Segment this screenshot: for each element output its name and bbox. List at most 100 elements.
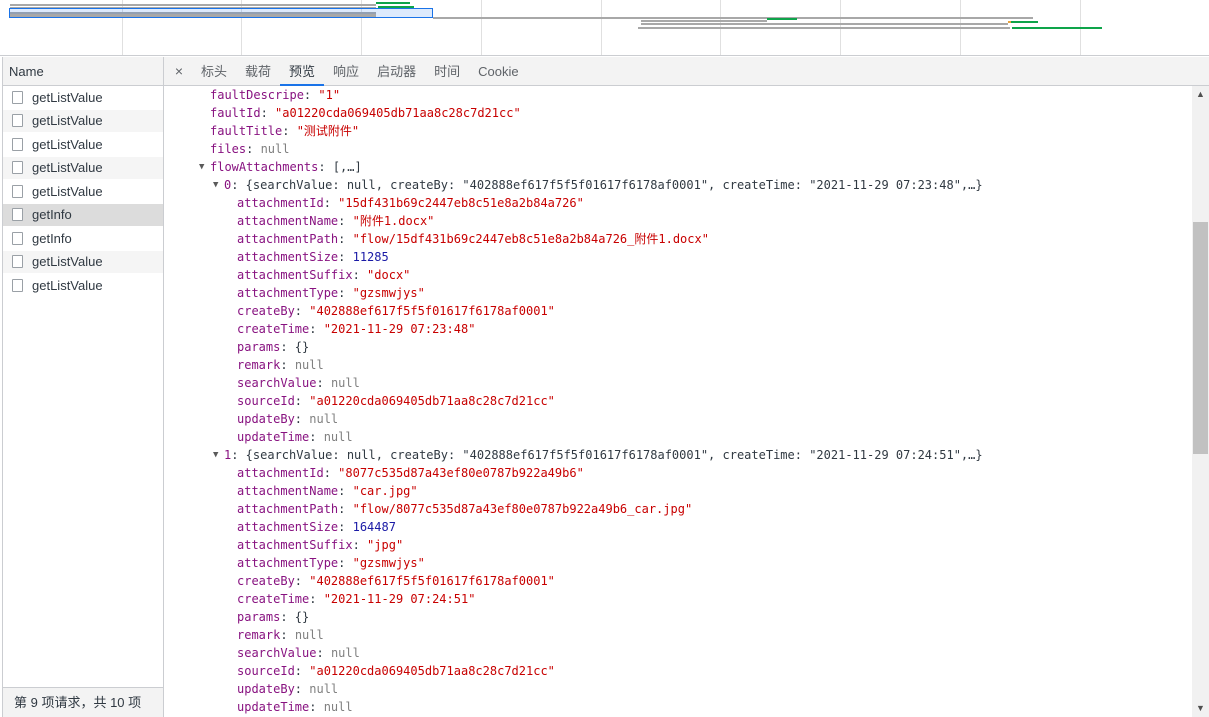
json-token-pun: : (246, 142, 261, 156)
json-token-key: attachmentSuffix (237, 268, 353, 282)
json-token-key: attachmentSize (237, 250, 339, 264)
request-count-status: 第 9 项请求，共 10 项 (3, 687, 163, 717)
waterfall-bar (433, 17, 1033, 19)
json-token-key: updateBy (237, 682, 295, 696)
json-token-str: "15df431b69c2447eb8c51e8a2b84a726" (338, 196, 584, 210)
request-name: getListValue (32, 113, 103, 129)
scroll-up-icon[interactable]: ▲ (1192, 86, 1209, 103)
name-column-header[interactable]: Name (3, 57, 163, 86)
waterfall-bar (10, 4, 376, 6)
json-token-key: updateTime (237, 700, 310, 714)
json-token-str: "a01220cda069405db71aa8c28c7d21cc" (309, 394, 555, 408)
json-line: createBy: "402888ef617f5f5f01617f6178af0… (164, 302, 1192, 320)
json-token-pun: : (309, 430, 324, 444)
triangle-down-icon[interactable]: ▼ (199, 158, 204, 176)
json-line[interactable]: ▼ 0: {searchValue: null, createBy: "40288… (164, 176, 1192, 194)
network-overview[interactable] (0, 0, 1209, 56)
json-line: attachmentId: "8077c535d87a43ef80e0787b9… (164, 464, 1192, 482)
triangle-down-icon[interactable]: ▼ (213, 176, 218, 194)
file-icon (12, 90, 23, 104)
json-line: attachmentPath: "flow/8077c535d87a43ef80… (164, 500, 1192, 518)
json-line: attachmentType: "gzsmwjys" (164, 284, 1192, 302)
tab-4[interactable]: 启动器 (368, 57, 425, 86)
json-line: attachmentSuffix: "jpg" (164, 536, 1192, 554)
json-token-str: "1" (318, 88, 341, 102)
json-token-str: "gzsmwjys" (352, 556, 425, 570)
json-token-key: attachmentName (237, 484, 339, 498)
json-token-key: attachmentName (237, 214, 339, 228)
request-row[interactable]: getInfo (3, 203, 163, 227)
json-token-key: attachmentType (237, 286, 339, 300)
json-token-nul: null (294, 628, 324, 642)
json-line[interactable]: ▼ 1: {searchValue: null, createBy: "40288… (164, 446, 1192, 464)
json-token-key: createBy (237, 304, 295, 318)
request-list: getListValue getListValue getListValue getL… (3, 86, 163, 298)
json-token-pun: : (303, 88, 319, 102)
json-token-pun: : (352, 538, 368, 552)
request-row[interactable]: getListValue (3, 156, 163, 180)
json-token-pun: : (294, 304, 310, 318)
json-token-str: "2021-11-29 07:24:51" (323, 592, 476, 606)
waterfall-bar (10, 14, 376, 17)
detail-tab-bar: × 标头 载荷 预览 响应 启动器 时间 Cookie (164, 57, 1209, 86)
json-token-pun: : {searchValue: null, createBy: "402888e… (231, 178, 983, 192)
tab-6[interactable]: Cookie (469, 57, 527, 86)
json-token-key: attachmentId (237, 466, 324, 480)
file-icon (12, 255, 23, 269)
json-line[interactable]: ▼ flowAttachments: [,…] (164, 158, 1192, 176)
tab-0[interactable]: 标头 (192, 57, 236, 86)
json-line: updateTime: null (164, 428, 1192, 446)
json-token-key: attachmentPath (237, 502, 339, 516)
json-token-pun: : (323, 196, 339, 210)
json-token-pun: : (338, 484, 353, 498)
request-row[interactable]: getListValue (3, 133, 163, 157)
json-line: sourceId: "a01220cda069405db71aa8c28c7d2… (164, 662, 1192, 680)
json-line: attachmentSuffix: "docx" (164, 266, 1192, 284)
close-icon[interactable]: × (164, 63, 192, 79)
request-name: getListValue (32, 277, 103, 293)
json-token-key: attachmentSuffix (237, 538, 353, 552)
triangle-down-icon[interactable]: ▼ (213, 446, 218, 464)
json-token-key: attachmentId (237, 196, 324, 210)
file-icon (12, 278, 23, 292)
json-token-key: attachmentType (237, 556, 339, 570)
json-token-str: "402888ef617f5f5f01617f6178af0001" (309, 574, 555, 588)
json-preview[interactable]: faultDescripe: "1" faultId: "a01220cda069… (164, 86, 1192, 717)
request-row[interactable]: getListValue (3, 250, 163, 274)
json-token-pun: : (338, 556, 353, 570)
json-token-pun: : (338, 520, 353, 534)
json-line: remark: null (164, 626, 1192, 644)
tab-3[interactable]: 响应 (324, 57, 368, 86)
waterfall-bar (767, 18, 797, 20)
request-row[interactable]: getInfo (3, 227, 163, 251)
json-token-pun: : [,…] (318, 160, 362, 174)
timeline-gridline (601, 0, 602, 55)
scroll-down-icon[interactable]: ▼ (1192, 700, 1209, 717)
request-row[interactable]: getListValue (3, 180, 163, 204)
timeline-gridline (481, 0, 482, 55)
json-line: createBy: "402888ef617f5f5f01617f6178af0… (164, 572, 1192, 590)
json-token-str: "car.jpg" (352, 484, 418, 498)
json-token-key: updateBy (237, 412, 295, 426)
tab-1[interactable]: 载荷 (236, 57, 280, 86)
json-line: attachmentSize: 11285 (164, 248, 1192, 266)
scrollbar-thumb[interactable] (1193, 222, 1208, 454)
tab-5[interactable]: 时间 (425, 57, 469, 86)
json-token-pun: : (294, 664, 310, 678)
waterfall-bar (641, 23, 1008, 25)
json-token-key: flowAttachments (210, 160, 319, 174)
json-token-key: searchValue (237, 376, 317, 390)
json-token-key: params (237, 340, 281, 354)
json-token-key: faultId (210, 106, 261, 120)
file-icon (12, 231, 23, 245)
json-token-pun: : {} (280, 340, 310, 354)
json-token-pun: : (309, 592, 324, 606)
preview-scrollbar[interactable]: ▲ ▼ (1192, 86, 1209, 717)
json-token-str: "docx" (367, 268, 411, 282)
request-row[interactable]: getListValue (3, 109, 163, 133)
json-token-str: "附件1.docx" (352, 214, 435, 228)
tab-2[interactable]: 预览 (280, 57, 325, 86)
json-line: createTime: "2021-11-29 07:23:48" (164, 320, 1192, 338)
request-row[interactable]: getListValue (3, 86, 163, 110)
request-row[interactable]: getListValue (3, 274, 163, 298)
